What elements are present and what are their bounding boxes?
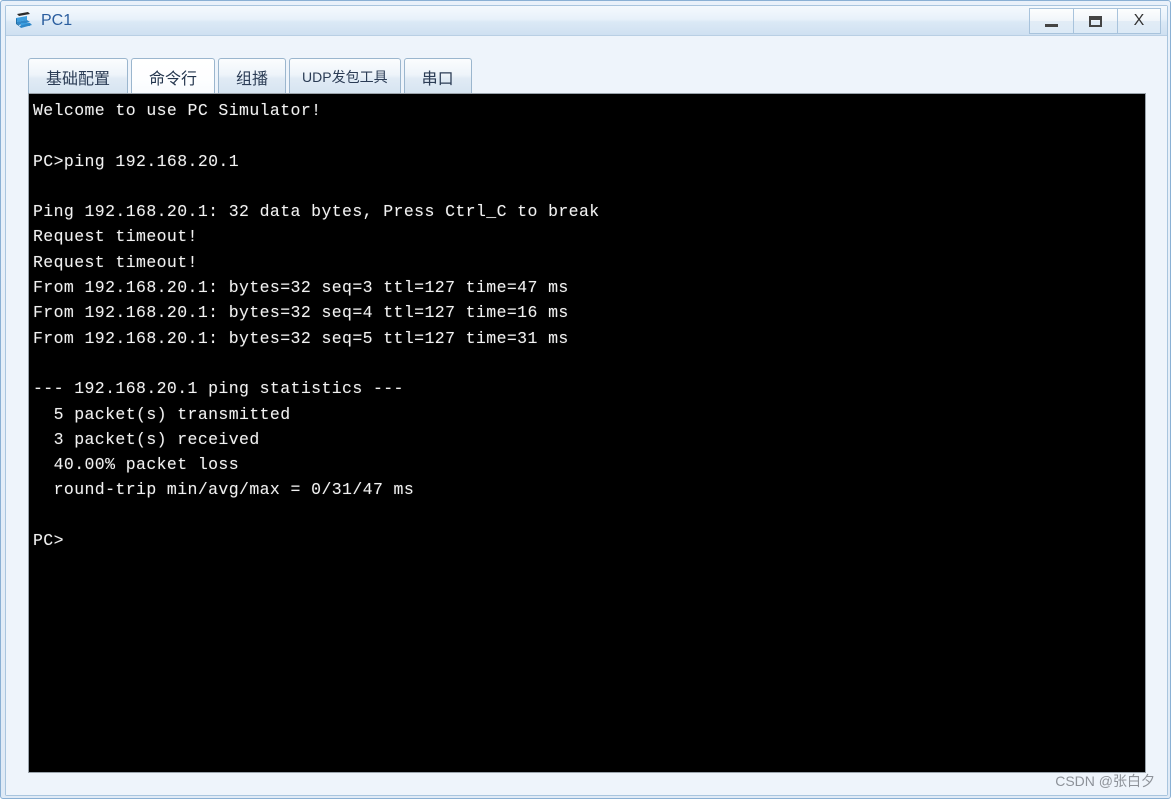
tab-1[interactable]: 命令行 bbox=[131, 58, 216, 94]
command-line-terminal[interactable]: Welcome to use PC Simulator! PC>ping 192… bbox=[28, 93, 1146, 773]
tab-0[interactable]: 基础配置 bbox=[28, 58, 129, 94]
minimize-icon bbox=[1045, 23, 1058, 27]
window-body: 基础配置 命令行 组播 UDP发包工具 串口 Welcome to use PC Sim… bbox=[6, 36, 1167, 795]
window-title: PC1 bbox=[41, 11, 73, 29]
close-button[interactable]: X bbox=[1117, 8, 1161, 34]
tab-2[interactable]: 组播 bbox=[218, 58, 287, 94]
pc-device-icon bbox=[13, 10, 35, 32]
watermark: CSDN @张白夕 bbox=[1055, 773, 1155, 789]
maximize-button[interactable] bbox=[1073, 8, 1117, 34]
close-icon: X bbox=[1133, 12, 1145, 29]
window-controls: X bbox=[1029, 8, 1161, 34]
minimize-button[interactable] bbox=[1029, 8, 1073, 34]
tab-4[interactable]: 串口 bbox=[403, 58, 472, 94]
tab-3[interactable]: UDP发包工具 bbox=[289, 58, 401, 94]
pc1-window: PC1 X 基础配置 命令行 组播 UDP发包工具 串口 Welcome to use … bbox=[0, 0, 1171, 799]
maximize-icon bbox=[1089, 15, 1102, 27]
terminal-output: Welcome to use PC Simulator! PC>ping 192… bbox=[33, 101, 600, 551]
window-titlebar[interactable]: PC1 X bbox=[6, 6, 1167, 36]
tab-bar: 基础配置 命令行 组播 UDP发包工具 串口 bbox=[28, 56, 475, 94]
